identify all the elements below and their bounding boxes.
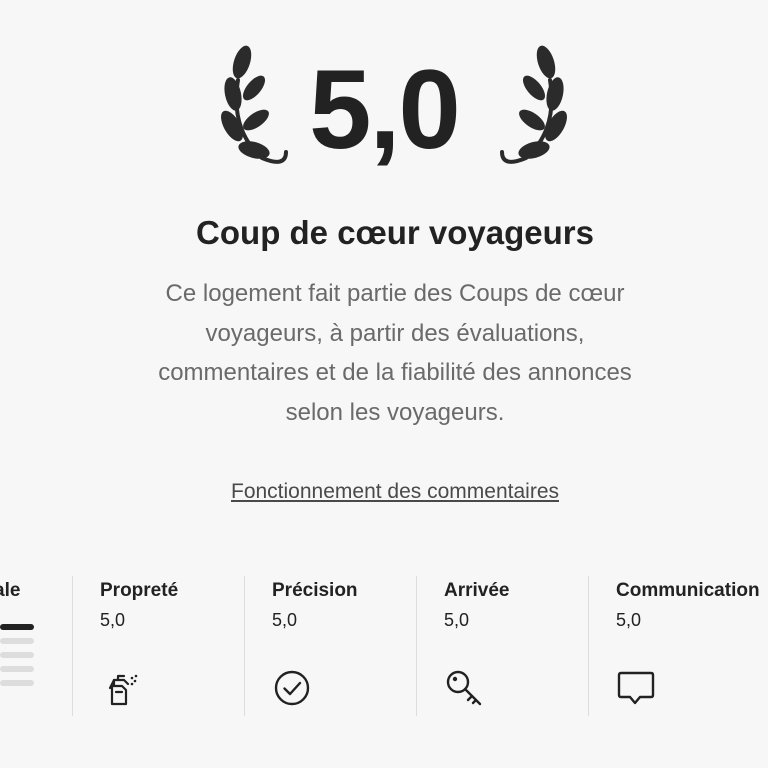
category-divider xyxy=(416,576,417,716)
category-check-in: Arrivée 5,0 xyxy=(444,576,584,716)
rating-categories: ale Propreté 5,0 xyxy=(0,576,768,716)
laurel-right-icon xyxy=(500,45,567,164)
category-divider xyxy=(244,576,245,716)
category-value: 5,0 xyxy=(272,610,298,630)
rating-bar-fill xyxy=(0,624,34,630)
category-communication: Communication 5,0 xyxy=(616,576,768,716)
category-cleanliness: Propreté 5,0 xyxy=(100,576,240,716)
category-value: 5,0 xyxy=(444,610,470,630)
rating-hero: 5,0 xyxy=(0,30,768,200)
spray-bottle-icon xyxy=(108,674,138,706)
key-icon xyxy=(446,670,482,706)
chat-bubble-icon xyxy=(617,671,655,705)
category-label: Propreté xyxy=(100,580,179,601)
guest-favorite-panel: 5,0 Coup de cœur voyageurs Ce logement f… xyxy=(0,0,768,768)
category-accuracy: Précision 5,0 xyxy=(272,576,412,716)
overall-rating-label: ale xyxy=(0,580,21,601)
guest-favorite-description: Ce logement fait partie des Coups de cœu… xyxy=(158,280,632,426)
category-divider xyxy=(72,576,73,716)
overall-score: 5,0 xyxy=(309,47,461,172)
rating-bar-track xyxy=(0,652,34,658)
check-circle-icon xyxy=(274,670,310,706)
category-divider xyxy=(588,576,589,716)
how-reviews-work-link[interactable]: Fonctionnement des commentaires xyxy=(0,480,768,504)
rating-bar-track xyxy=(0,680,34,686)
guest-favorite-title: Coup de cœur voyageurs xyxy=(196,214,594,251)
rating-bar-track xyxy=(0,666,34,672)
category-value: 5,0 xyxy=(616,610,642,630)
category-label: Communication xyxy=(616,580,760,601)
rating-bar-track xyxy=(0,638,34,644)
overall-rating-distribution: ale xyxy=(0,576,72,716)
category-value: 5,0 xyxy=(100,610,126,630)
category-label: Arrivée xyxy=(444,580,510,601)
category-label: Précision xyxy=(272,580,358,601)
